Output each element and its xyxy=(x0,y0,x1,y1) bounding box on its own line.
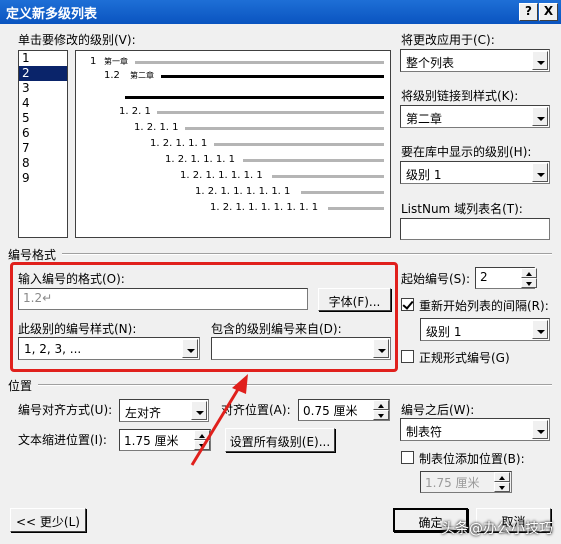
less-button[interactable]: << 更少(L) xyxy=(10,508,86,532)
link-style-label: 将级别链接到样式(K): xyxy=(401,89,519,103)
level-listbox[interactable]: 123456789 xyxy=(18,50,68,238)
level-item[interactable]: 6 xyxy=(19,126,67,141)
chevron-down-icon[interactable] xyxy=(532,320,548,339)
indent-label: 文本缩进位置(I): xyxy=(18,433,107,447)
number-format-section-label: 编号格式 xyxy=(8,248,57,262)
listnum-label: ListNum 域列表名(T): xyxy=(401,202,523,216)
tab-stop-spinner[interactable] xyxy=(494,472,510,492)
align-label: 编号对齐方式(U): xyxy=(18,403,113,417)
link-style-value: 第二章 xyxy=(406,112,443,126)
level-item[interactable]: 4 xyxy=(19,96,67,111)
close-button[interactable]: X xyxy=(539,3,558,21)
level-item[interactable]: 9 xyxy=(19,171,67,186)
help-button[interactable]: ? xyxy=(519,3,538,21)
legal-label: 正规形式编号(G) xyxy=(419,351,510,365)
preview-number: 1. 2. 1. 1. 1 xyxy=(150,138,208,149)
spin-up-icon[interactable] xyxy=(521,268,537,278)
preview-number: 1. 2. 1. 1. 1. 1. 1. 1. 1 xyxy=(210,202,319,213)
listnum-input[interactable] xyxy=(400,218,550,240)
preview-number: 1.2 xyxy=(104,70,120,81)
follow-number-value: 制表符 xyxy=(406,425,443,439)
apply-to-value: 整个列表 xyxy=(406,56,455,70)
gallery-level-value: 级别 1 xyxy=(406,168,442,182)
restart-checkbox[interactable] xyxy=(401,298,414,311)
divider xyxy=(38,384,552,386)
levels-label: 单击要修改的级别(V): xyxy=(18,33,136,47)
level-item[interactable]: 8 xyxy=(19,156,67,171)
level-item[interactable]: 1 xyxy=(19,51,67,66)
spin-up-icon[interactable] xyxy=(373,400,389,410)
restart-label: 重新开始列表的间隔(R): xyxy=(419,299,549,313)
divider xyxy=(62,253,552,255)
spin-down-icon[interactable] xyxy=(494,482,510,492)
preview-number: 1 xyxy=(90,56,97,67)
link-style-dropdown[interactable]: 第二章 xyxy=(400,105,550,128)
align-value: 左对齐 xyxy=(125,406,162,420)
list-preview[interactable]: 1 第一章 1.2 第二章 1. 2. 1 1. 2. 1. 1 1. 2. 1. 1. 1… xyxy=(75,50,391,238)
preview-bar xyxy=(161,75,384,78)
watermark: 头条@办公小技巧 xyxy=(441,521,553,537)
spin-up-icon[interactable] xyxy=(494,472,510,482)
preview-bar xyxy=(157,111,384,114)
annotation-arrow-icon xyxy=(190,374,248,466)
preview-text: 第二章 xyxy=(130,71,154,80)
restart-level-value: 级别 1 xyxy=(426,325,462,339)
legal-checkbox[interactable] xyxy=(401,350,414,363)
apply-to-label: 将更改应用于(C): xyxy=(401,33,495,47)
follow-number-dropdown[interactable]: 制表符 xyxy=(400,418,550,441)
preview-number: 1. 2. 1 xyxy=(119,106,151,117)
chevron-down-icon[interactable] xyxy=(532,420,548,439)
level-item[interactable]: 5 xyxy=(19,111,67,126)
preview-bar xyxy=(135,61,384,64)
position-section-label: 位置 xyxy=(8,379,33,393)
start-at-label: 起始编号(S): xyxy=(401,272,471,286)
preview-bar xyxy=(125,96,384,99)
gallery-level-dropdown[interactable]: 级别 1 xyxy=(400,161,550,184)
preview-bar xyxy=(243,159,384,162)
tab-stop-checkbox[interactable] xyxy=(401,451,414,464)
chevron-down-icon[interactable] xyxy=(532,51,548,70)
preview-text: 第一章 xyxy=(104,57,128,66)
preview-bar xyxy=(272,175,384,178)
close-icon: X xyxy=(543,4,554,18)
level-item[interactable]: 3 xyxy=(19,81,67,96)
preview-bar xyxy=(185,127,384,130)
spin-down-icon[interactable] xyxy=(521,278,537,288)
spin-down-icon[interactable] xyxy=(373,410,389,420)
gallery-level-label: 要在库中显示的级别(H): xyxy=(401,145,532,159)
preview-bar xyxy=(328,207,384,210)
window-title: 定义新多级列表 xyxy=(6,7,98,22)
restart-level-dropdown[interactable]: 级别 1 xyxy=(420,318,550,341)
tab-stop-label: 制表位添加位置(B): xyxy=(419,452,525,466)
level-item[interactable]: 2 xyxy=(19,66,67,81)
apply-to-dropdown[interactable]: 整个列表 xyxy=(400,49,550,72)
preview-number: 1. 2. 1. 1 xyxy=(134,122,179,133)
follow-number-label: 编号之后(W): xyxy=(401,403,475,417)
start-at-spinner[interactable] xyxy=(521,268,537,288)
preview-number: 1. 2. 1. 1. 1. 1. 1. 1 xyxy=(195,186,291,197)
title-bar: 定义新多级列表 xyxy=(0,0,561,24)
preview-number: 1. 2. 1. 1. 1. 1. 1 xyxy=(180,170,263,181)
help-icon: ? xyxy=(525,4,532,18)
preview-bar xyxy=(301,191,384,194)
chevron-down-icon[interactable] xyxy=(532,107,548,126)
aligned-at-spinner[interactable] xyxy=(373,400,389,420)
level-item[interactable]: 7 xyxy=(19,141,67,156)
preview-number: 1. 2. 1. 1. 1. 1 xyxy=(165,154,235,165)
highlight-box xyxy=(10,262,398,372)
chevron-down-icon[interactable] xyxy=(532,163,548,182)
preview-bar xyxy=(214,143,384,146)
